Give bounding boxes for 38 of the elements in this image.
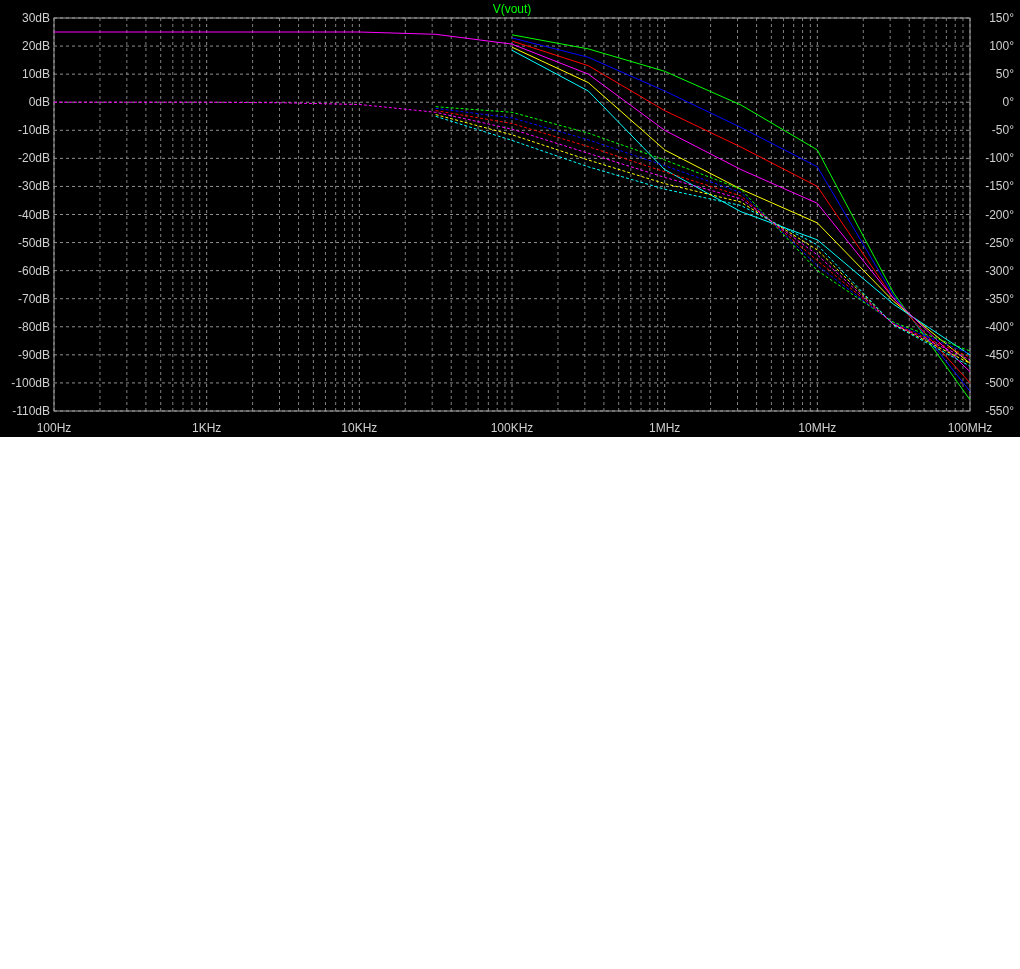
axis-label: -500° (985, 375, 1014, 390)
axis-label: -110dB (12, 404, 50, 418)
axis-label: -80dB (17, 319, 50, 334)
axis-label: 50° (995, 67, 1014, 82)
axis-label: -150° (985, 179, 1014, 194)
axis-label: 0° (1002, 95, 1014, 110)
axis-label: 150° (989, 11, 1014, 25)
axis-label: 0dB (28, 95, 50, 110)
axis-label: -100° (985, 151, 1014, 166)
axis-label: -100dB (11, 375, 50, 390)
axis-label: -550° (985, 404, 1014, 418)
chart-title: V(vout) (492, 2, 532, 16)
axis-label: -250° (985, 235, 1014, 250)
axis-label: 30dB (21, 11, 50, 25)
axis-label: 10MHz (798, 421, 837, 435)
axis-label: 10dB (21, 67, 50, 82)
axis-label: -50° (991, 123, 1014, 138)
axis-label: -40dB (17, 207, 50, 222)
axis-label: 1KHz (192, 421, 222, 435)
axis-label: -60dB (17, 263, 50, 278)
axis-label: 1MHz (649, 421, 681, 435)
axis-label: 100° (989, 39, 1014, 54)
axis-label: -200° (985, 207, 1014, 222)
axis-label: -400° (985, 319, 1014, 334)
axis-label: 10KHz (341, 421, 378, 435)
axis-label: -450° (985, 347, 1014, 362)
axis-label: -20dB (17, 151, 50, 166)
axis-label: 20dB (21, 39, 50, 54)
axis-label: -30dB (17, 179, 50, 194)
axis-label: -10dB (17, 123, 50, 138)
axis-label: 100KHz (490, 421, 534, 435)
axis-label: -70dB (17, 291, 50, 306)
axis-label: -50dB (17, 235, 50, 250)
axis-label: -90dB (17, 347, 50, 362)
axis-label: 100Hz (36, 421, 72, 435)
axis-label: -350° (985, 291, 1014, 306)
axis-label: -300° (985, 263, 1014, 278)
axis-label: 100MHz (947, 421, 993, 435)
